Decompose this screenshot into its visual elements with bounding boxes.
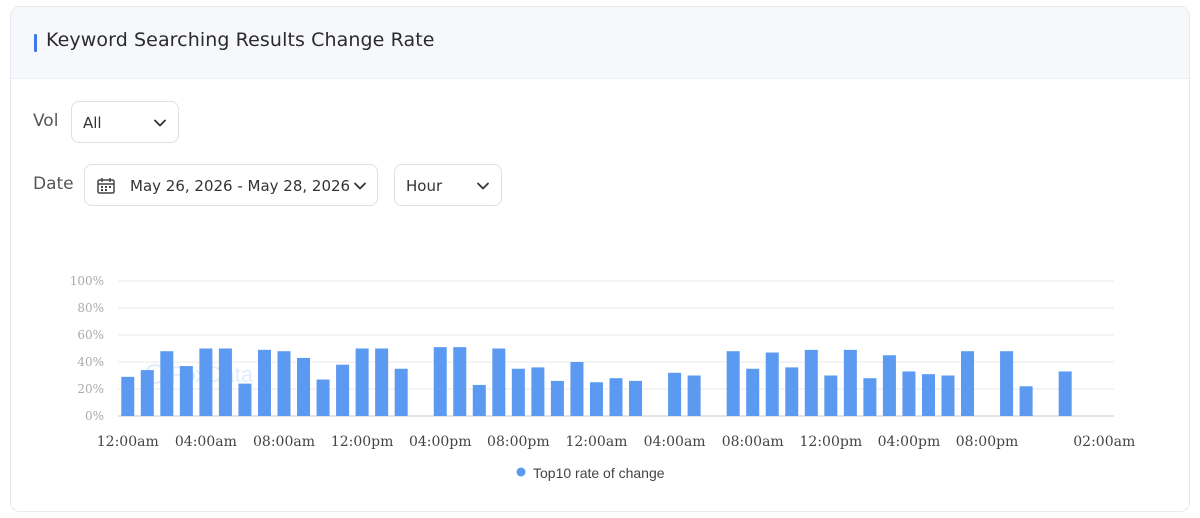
bar[interactable] bbox=[375, 348, 389, 417]
bar[interactable] bbox=[609, 378, 623, 416]
bar[interactable] bbox=[902, 371, 916, 416]
bar[interactable] bbox=[277, 351, 291, 416]
y-tick-label: 0% bbox=[85, 409, 104, 423]
bar[interactable] bbox=[1058, 371, 1072, 416]
bar[interactable] bbox=[238, 383, 252, 416]
bar[interactable] bbox=[961, 351, 975, 416]
bar[interactable] bbox=[1019, 386, 1033, 416]
x-tick-label: 12:00am bbox=[97, 434, 159, 450]
y-tick-label: 100% bbox=[70, 274, 104, 288]
bar[interactable] bbox=[589, 382, 603, 416]
bar[interactable] bbox=[785, 367, 799, 416]
x-tick-label: 12:00pm bbox=[331, 434, 394, 450]
bar[interactable] bbox=[1000, 351, 1014, 416]
bar[interactable] bbox=[531, 367, 545, 416]
y-axis: 0% 20% 40% 60% 80% 100% bbox=[70, 274, 104, 423]
x-tick-label: 04:00am bbox=[644, 434, 706, 450]
x-tick-label: 12:00am bbox=[565, 434, 627, 450]
legend-label: Top10 rate of change bbox=[533, 465, 665, 481]
bar[interactable] bbox=[921, 374, 935, 416]
bar[interactable] bbox=[687, 375, 701, 417]
bar[interactable] bbox=[629, 380, 643, 416]
bar[interactable] bbox=[336, 364, 350, 416]
x-tick-label: 04:00am bbox=[175, 434, 237, 450]
bar[interactable] bbox=[550, 380, 564, 416]
bar[interactable] bbox=[570, 362, 584, 416]
bar[interactable] bbox=[511, 368, 525, 416]
bar[interactable] bbox=[297, 357, 311, 416]
chart-legend[interactable]: Top10 rate of change bbox=[516, 465, 665, 481]
x-tick-label: 08:00pm bbox=[956, 434, 1019, 450]
bar[interactable] bbox=[218, 348, 232, 417]
bar[interactable] bbox=[453, 347, 467, 416]
bar[interactable] bbox=[941, 375, 955, 417]
x-tick-label: 04:00pm bbox=[878, 434, 941, 450]
y-tick-label: 80% bbox=[77, 301, 104, 315]
x-tick-label: 12:00pm bbox=[800, 434, 863, 450]
bar[interactable] bbox=[472, 384, 486, 416]
x-tick-label: 08:00am bbox=[722, 434, 784, 450]
bar[interactable] bbox=[394, 368, 408, 416]
bar[interactable] bbox=[824, 375, 838, 417]
bar[interactable] bbox=[746, 368, 760, 416]
bar[interactable] bbox=[316, 379, 330, 416]
bar-chart: 0%20%40%60%80%100% FoxData 12:00am04:00a… bbox=[70, 274, 1136, 481]
bar[interactable] bbox=[843, 349, 857, 416]
bar[interactable] bbox=[668, 372, 682, 416]
x-axis: 12:00am 04:00am 08:00am 12:00pm 04:00pm 08:00… bbox=[97, 434, 1135, 450]
bar[interactable] bbox=[121, 376, 135, 416]
bar[interactable] bbox=[492, 348, 506, 417]
bar[interactable] bbox=[179, 366, 193, 416]
bar[interactable] bbox=[433, 347, 447, 416]
y-tick-label: 40% bbox=[77, 355, 104, 369]
bar[interactable] bbox=[355, 348, 369, 417]
y-tick-label: 20% bbox=[77, 382, 104, 396]
legend-dot-icon bbox=[516, 467, 526, 477]
bar-series bbox=[121, 347, 1072, 417]
x-tick-label: 02:00am bbox=[1073, 434, 1135, 450]
y-tick-label: 60% bbox=[77, 328, 104, 342]
bar[interactable] bbox=[257, 349, 271, 416]
bar[interactable] bbox=[726, 351, 740, 416]
bar[interactable] bbox=[160, 351, 174, 416]
bar[interactable] bbox=[882, 355, 896, 416]
bar[interactable] bbox=[765, 352, 779, 416]
x-tick-label: 08:00pm bbox=[487, 434, 550, 450]
x-tick-label: 08:00am bbox=[253, 434, 315, 450]
bar[interactable] bbox=[804, 349, 818, 416]
bar[interactable] bbox=[199, 348, 213, 417]
bar[interactable] bbox=[140, 370, 154, 416]
x-tick-label: 04:00pm bbox=[409, 434, 472, 450]
bar[interactable] bbox=[863, 378, 877, 416]
